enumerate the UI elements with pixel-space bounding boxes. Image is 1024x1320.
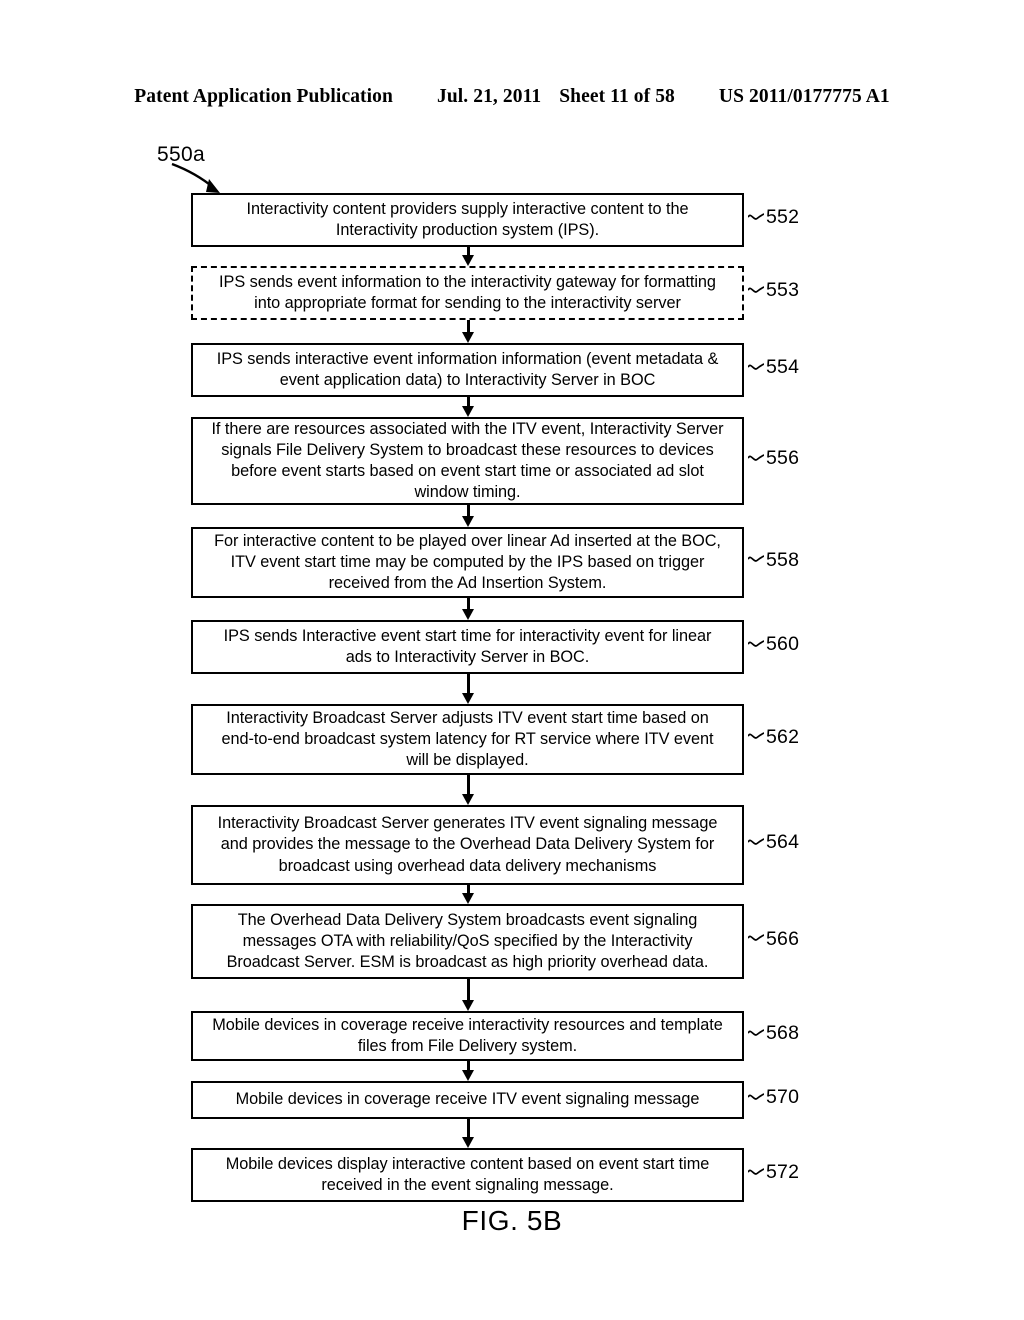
flow-node-564-label: Interactivity Broadcast Server generates… (217, 814, 718, 875)
flow-node-570-label: Mobile devices in coverage receive ITV e… (235, 1090, 700, 1109)
flow-node-562-label: Interactivity Broadcast Server adjusts I… (221, 708, 714, 770)
reference-numeral-572: 572 (748, 1161, 800, 1183)
flow-node-560-label: IPS sends Interactive event start time f… (223, 626, 712, 666)
connector-arrowhead-icon (462, 609, 474, 620)
reference-numeral-552: 552 (748, 206, 800, 228)
connector-stem (467, 775, 470, 796)
reference-numeral-554-text: 554 (766, 356, 800, 378)
connector-arrow-560-to-562 (462, 674, 475, 704)
flow-node-566: The Overhead Data Delivery System broadc… (191, 904, 744, 979)
connector-arrow-558-to-560 (462, 598, 475, 620)
leader-squiggle-icon (748, 934, 764, 942)
connector-arrowhead-icon (462, 516, 474, 527)
leader-squiggle-icon (748, 1168, 764, 1175)
figure-caption: FIG. 5B (461, 1205, 563, 1236)
connector-arrowhead-icon (462, 893, 474, 904)
connector-arrow-552-to-553 (462, 247, 475, 266)
flow-node-568: Mobile devices in coverage receive inter… (191, 1011, 744, 1061)
reference-numeral-570: 570 (748, 1086, 800, 1108)
flowchart-figure-5b: 550a Interactivity content providers sup… (0, 0, 1024, 1320)
connector-arrow-553-to-554 (462, 320, 475, 343)
reference-numeral-566: 566 (748, 927, 800, 950)
reference-numeral-556-text: 556 (766, 447, 800, 469)
connector-arrow-564-to-566 (462, 885, 475, 904)
leader-squiggle-icon (748, 363, 764, 370)
reference-numeral-564: 564 (748, 831, 800, 853)
flow-node-572: Mobile devices display interactive conte… (191, 1148, 744, 1202)
flow-node-554: IPS sends interactive event information … (191, 343, 744, 397)
connector-arrow-556-to-558 (462, 505, 475, 527)
leader-squiggle-icon (748, 555, 764, 563)
leader-squiggle-icon (748, 640, 764, 647)
flow-node-553-label: IPS sends event information to the inter… (219, 272, 716, 312)
leader-squiggle-icon (748, 838, 764, 845)
leader-squiggle-icon (748, 1093, 764, 1100)
connector-arrowhead-icon (462, 332, 474, 343)
reference-numeral-556: 556 (748, 447, 800, 469)
connector-arrowhead-icon (462, 1137, 474, 1148)
flow-node-564: Interactivity Broadcast Server generates… (191, 805, 744, 885)
flow-node-553: IPS sends event information to the inter… (191, 266, 744, 320)
reference-numeral-558-text: 558 (766, 548, 800, 571)
reference-numeral-553-text: 553 (766, 279, 800, 301)
flow-node-560: IPS sends Interactive event start time f… (191, 620, 744, 674)
reference-numeral-564-text: 564 (766, 831, 800, 853)
leader-squiggle-icon (748, 213, 764, 220)
connector-arrowhead-icon (462, 1070, 474, 1081)
connector-arrowhead-icon (462, 693, 474, 704)
connector-arrow-570-to-572 (462, 1119, 475, 1148)
flow-node-556-label: If there are resources associated with t… (211, 419, 724, 502)
connector-stem (467, 979, 470, 1002)
leader-squiggle-icon (748, 732, 764, 740)
reference-numeral-553: 553 (748, 279, 800, 301)
reference-numeral-566-text: 566 (766, 927, 800, 950)
leader-squiggle-icon (748, 454, 764, 461)
connector-arrowhead-icon (462, 255, 474, 266)
flow-node-552-label: Interactivity content providers supply i… (246, 199, 689, 239)
flow-node-556: If there are resources associated with t… (191, 417, 744, 505)
reference-numeral-560: 560 (748, 633, 800, 655)
reference-numeral-572-text: 572 (766, 1161, 800, 1183)
reference-numeral-560-text: 560 (766, 633, 800, 655)
connector-stem (467, 1119, 470, 1139)
flow-node-570: Mobile devices in coverage receive ITV e… (191, 1081, 744, 1119)
reference-numeral-552-text: 552 (766, 206, 800, 228)
reference-numeral-568-text: 568 (766, 1022, 800, 1044)
reference-numeral-554: 554 (748, 356, 800, 378)
leader-squiggle-icon (748, 286, 764, 293)
connector-arrow-562-to-564 (462, 775, 475, 805)
flow-node-554-label: IPS sends interactive event information … (216, 349, 719, 389)
flow-node-572-label: Mobile devices display interactive conte… (225, 1154, 710, 1194)
connector-arrowhead-icon (462, 406, 474, 417)
flow-node-558-label: For interactive content to be played ove… (214, 531, 721, 593)
reference-numeral-562: 562 (748, 725, 800, 748)
reference-numeral-562-text: 562 (766, 725, 800, 748)
connector-stem (467, 674, 470, 695)
connector-arrowhead-icon (462, 794, 474, 805)
connector-arrow-566-to-568 (462, 979, 475, 1011)
flow-node-562: Interactivity Broadcast Server adjusts I… (191, 704, 744, 775)
connector-arrowhead-icon (462, 1000, 474, 1011)
flow-node-566-label: The Overhead Data Delivery System broadc… (226, 910, 709, 972)
flow-node-558: For interactive content to be played ove… (191, 527, 744, 598)
reference-numeral-558: 558 (748, 548, 800, 571)
reference-numeral-568: 568 (748, 1022, 800, 1044)
flow-node-568-label: Mobile devices in coverage receive inter… (212, 1015, 723, 1055)
flow-node-552: Interactivity content providers supply i… (191, 193, 744, 247)
reference-numeral-570-text: 570 (766, 1086, 800, 1108)
connector-arrow-568-to-570 (462, 1061, 475, 1081)
connector-arrow-554-to-556 (462, 397, 475, 417)
leader-squiggle-icon (748, 1029, 764, 1036)
